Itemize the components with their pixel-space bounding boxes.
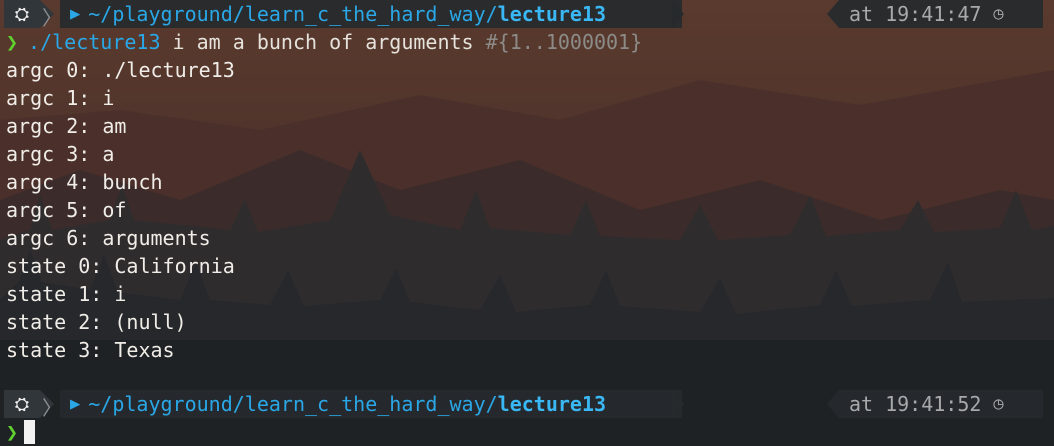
command-line: ❯ ./lecture13 i am a bunch of arguments …	[6, 28, 642, 56]
output-line: argc 0: ./lecture13	[6, 58, 235, 82]
output-line: argc 4: bunch	[6, 170, 163, 194]
path-prefix: ~/playground/learn_c_the_hard_way/	[88, 2, 498, 26]
at-label: at	[849, 2, 874, 26]
command-executable: ./lecture13	[28, 30, 161, 54]
command-arguments: i am a bunch of arguments	[160, 30, 486, 54]
path-current-dir: lecture13	[497, 2, 607, 26]
prompt-bar-top: ⛭ 〉 ▶ ~/playground/learn_c_the_hard_way/…	[0, 0, 1054, 30]
clock-icon: ◷	[993, 394, 1004, 414]
text-cursor[interactable]	[24, 420, 36, 444]
thin-arrow-icon: 〉	[42, 396, 62, 420]
output-line: argc 5: of	[6, 198, 127, 222]
prompt-chevron: ❯	[6, 30, 19, 54]
output-line: argc 6: arguments	[6, 226, 211, 250]
path-segment: ▶ ~/playground/learn_c_the_hard_way/ lec…	[60, 390, 682, 418]
output-line: state 0: California	[6, 254, 235, 278]
output-line: state 2: (null)	[6, 310, 187, 334]
ubuntu-icon: ⛭	[4, 0, 40, 28]
output-line: argc 2: am	[6, 114, 127, 138]
path-segment: ▶ ~/playground/learn_c_the_hard_way/ lec…	[60, 0, 682, 28]
path-prefix: ~/playground/learn_c_the_hard_way/	[88, 392, 498, 416]
command-range: #{1..1000001}	[485, 30, 643, 54]
timestamp: 19:41:47	[885, 2, 982, 26]
segment-separator	[672, 0, 684, 28]
output-line: state 1: i	[6, 282, 127, 306]
segment-separator	[827, 0, 839, 28]
input-line[interactable]: ❯	[6, 418, 36, 446]
clock-icon: ◷	[993, 4, 1004, 24]
at-label: at	[849, 392, 874, 416]
path-current-dir: lecture13	[497, 392, 607, 416]
folder-icon: ▶	[70, 4, 81, 24]
output-line: argc 3: a	[6, 142, 115, 166]
time-segment: at 19:41:47 ◷	[839, 0, 1043, 28]
timestamp: 19:41:52	[885, 392, 982, 416]
thin-arrow-icon: 〉	[42, 6, 62, 30]
segment-separator	[827, 390, 839, 418]
segment-separator	[672, 390, 684, 418]
ubuntu-icon: ⛭	[4, 390, 40, 418]
prompt-chevron: ❯	[6, 420, 19, 444]
folder-icon: ▶	[70, 394, 81, 414]
time-segment: at 19:41:52 ◷	[839, 390, 1043, 418]
prompt-bar-bottom: ⛭ 〉 ▶ ~/playground/learn_c_the_hard_way/…	[0, 390, 1054, 420]
output-line: state 3: Texas	[6, 338, 175, 362]
terminal-window: ⛭ 〉 ▶ ~/playground/learn_c_the_hard_way/…	[0, 0, 1054, 446]
output-line: argc 1: i	[6, 86, 115, 110]
